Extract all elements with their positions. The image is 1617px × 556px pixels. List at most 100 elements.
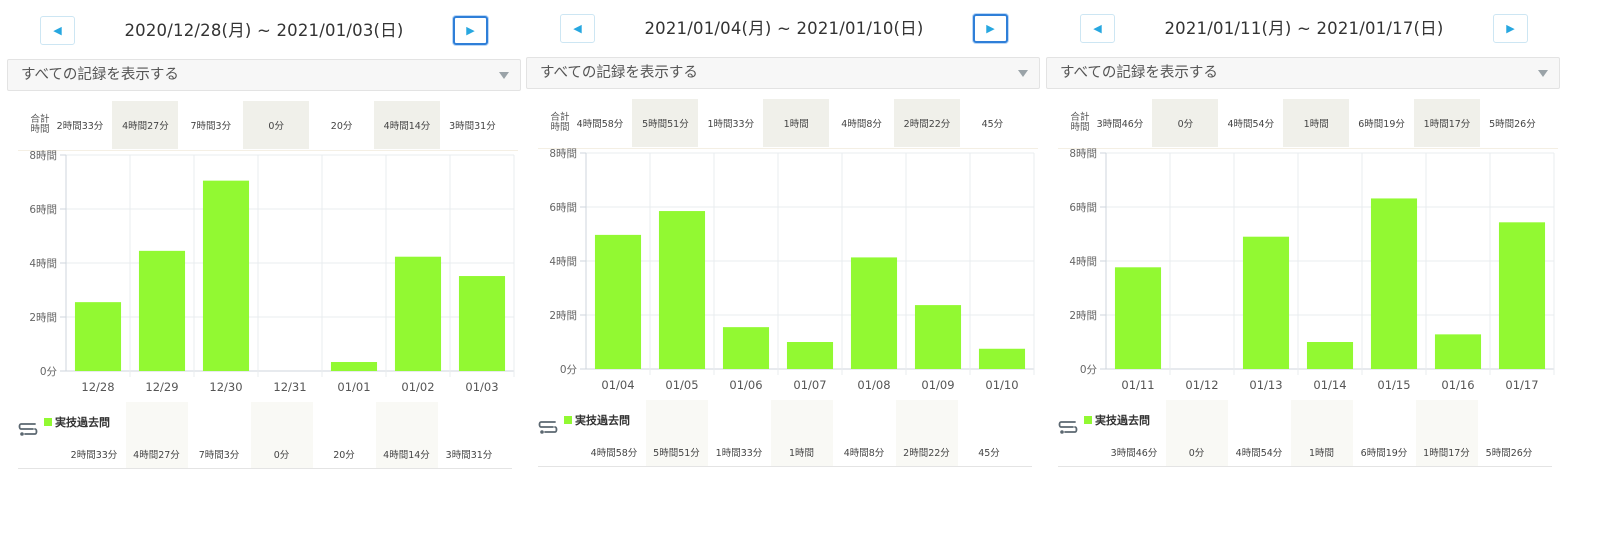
bar: [74, 302, 122, 371]
bar: [1370, 198, 1418, 369]
y-tick-label: 8時間: [1069, 148, 1097, 160]
legend-swatch: [1084, 416, 1092, 424]
legend-time-cell: 4時間58分: [590, 448, 638, 459]
prev-week-button[interactable]: ◀: [40, 16, 75, 45]
total-time-cell: 1時間17分: [1414, 99, 1480, 147]
x-tick-label: 01/01: [337, 380, 370, 394]
record-filter-select[interactable]: すべての記録を表示する: [7, 59, 521, 91]
legend-time-cell: 45分: [978, 448, 1000, 459]
y-tick-label: 2時間: [549, 310, 577, 322]
total-time-cell: 4時間58分: [576, 119, 624, 130]
legend-divider: [1058, 466, 1552, 467]
legend-time-cell: 7時間3分: [198, 450, 240, 461]
total-time-cell: 7時間3分: [190, 121, 232, 132]
total-time-cell: 1時間33分: [707, 119, 755, 130]
record-filter-label: すべての記録を表示する: [1060, 65, 1218, 81]
x-tick-label: 01/07: [793, 378, 826, 392]
legend-time-cell: 1時間33分: [715, 448, 763, 459]
total-time-cell: 45分: [981, 119, 1004, 130]
bar: [658, 211, 706, 369]
x-tick-label: 01/14: [1313, 378, 1346, 392]
caret-right-icon: ▶: [986, 22, 995, 35]
x-tick-label: 01/10: [985, 378, 1018, 392]
total-time-cell: 1時間: [763, 99, 830, 147]
bar-chart: 0分 2時間 4時間 6時間 8時間 01/11 01/12 01/13 01/14 01/15 0…: [1069, 148, 1555, 392]
toggle-chart-icon[interactable]: [18, 418, 40, 440]
chart-area: 0分 2時間 4時間 6時間 8時間 12/28 12/29 12/30 12/31 01/01 0…: [0, 150, 520, 395]
bar: [138, 250, 186, 371]
y-tick-label: 6時間: [29, 204, 57, 216]
date-range-title: 2021/01/04(月) ~ 2021/01/10(日): [644, 19, 924, 38]
x-tick-label: 01/04: [601, 378, 634, 392]
toggle-chart-icon[interactable]: [1058, 416, 1080, 438]
bar: [594, 234, 642, 369]
caret-left-icon: ◀: [53, 24, 62, 37]
total-time-cell: 5時間51分: [632, 99, 699, 147]
legend-time-cell: 1時間: [1290, 400, 1353, 466]
y-tick-label: 0分: [40, 366, 58, 378]
week-panel: ◀ 2020/12/28(月) ~ 2021/01/03(日) ▶ すべての記録を表示…: [0, 0, 521, 556]
caret-right-icon: ▶: [466, 24, 475, 37]
y-tick-label: 0分: [1080, 364, 1098, 376]
chevron-down-icon: [499, 72, 509, 79]
total-time-cell: 20分: [330, 121, 353, 132]
bar: [1498, 222, 1546, 369]
legend-time-cell: 0分: [1165, 400, 1228, 466]
bar: [202, 180, 250, 371]
toggle-chart-icon[interactable]: [538, 416, 560, 438]
y-tick-label: 0分: [560, 364, 578, 376]
caret-left-icon: ◀: [1093, 22, 1102, 35]
y-tick-label: 6時間: [1069, 202, 1097, 214]
record-filter-label: すべての記録を表示する: [540, 65, 698, 81]
legend-time-cell: 4時間14分: [375, 402, 438, 468]
record-filter-select[interactable]: すべての記録を表示する: [1046, 57, 1560, 89]
legend-series-name: 実技過去問: [55, 416, 110, 429]
next-week-button[interactable]: ▶: [973, 14, 1008, 43]
total-time-cell: 3時間46分: [1096, 119, 1144, 130]
next-week-button[interactable]: ▶: [1493, 14, 1528, 43]
legend-series-name: 実技過去問: [575, 414, 630, 427]
legend-time-cell: 3時間31分: [445, 450, 493, 461]
bar: [330, 362, 378, 371]
next-week-button[interactable]: ▶: [453, 16, 488, 45]
x-tick-label: 01/03: [465, 380, 498, 394]
chart-area: 0分 2時間 4時間 6時間 8時間 01/11 01/12 01/13 01/14 01/15 0…: [1040, 148, 1560, 393]
x-tick-label: 12/31: [273, 380, 306, 394]
legend-row: 4時間58分 5時間51分 1時間33分 1時間 4時間8分 2時間22分 45分 実技過去問: [538, 400, 1032, 467]
bar: [1114, 267, 1162, 369]
record-filter-select[interactable]: すべての記録を表示する: [526, 57, 1040, 89]
bar: [1242, 236, 1290, 369]
y-tick-label: 4時間: [1069, 256, 1097, 268]
y-tick-label: 2時間: [1069, 310, 1097, 322]
legend-time-cell: 6時間19分: [1360, 448, 1408, 459]
legend-row: 2時間33分 4時間27分 7時間3分 0分 20分 4時間14分 3時間31分 実技過去問: [18, 402, 512, 469]
total-time-cell: 1時間: [1283, 99, 1350, 147]
prev-week-button[interactable]: ◀: [560, 14, 595, 43]
legend-time-cell: 2時間22分: [895, 400, 958, 466]
total-time-cell: 0分: [243, 101, 310, 149]
total-time-cell: 6時間19分: [1358, 119, 1405, 130]
x-tick-label: 01/02: [401, 380, 434, 394]
prev-week-button[interactable]: ◀: [1080, 14, 1115, 43]
legend-time-cell: 3時間46分: [1110, 448, 1158, 459]
x-tick-label: 12/30: [209, 380, 242, 394]
x-tick-label: 01/11: [1121, 378, 1154, 392]
legend-time-cell: 1時間17分: [1415, 400, 1478, 466]
x-tick-label: 01/16: [1441, 378, 1474, 392]
bar: [394, 256, 442, 371]
x-tick-label: 01/15: [1377, 378, 1410, 392]
total-time-cell: 5時間26分: [1489, 119, 1536, 130]
legend-time-cell: 4時間54分: [1235, 448, 1283, 459]
y-tick-label: 6時間: [549, 202, 577, 214]
legend-time-cell: 1時間: [770, 400, 833, 466]
legend-time-cell: 5時間26分: [1485, 448, 1533, 459]
legend-key: 実技過去問: [564, 412, 630, 428]
legend-time-cell: 5時間51分: [645, 400, 708, 466]
y-tick-label: 8時間: [549, 148, 577, 160]
y-tick-label: 4時間: [29, 258, 57, 270]
x-tick-label: 12/28: [81, 380, 114, 394]
total-time-cell: 4時間8分: [841, 119, 882, 130]
bar-chart: 0分 2時間 4時間 6時間 8時間 01/04 01/05 01/06 01/07 01/08 0…: [549, 148, 1035, 392]
legend-time-cell: 20分: [333, 450, 355, 461]
chart-area: 0分 2時間 4時間 6時間 8時間 01/04 01/05 01/06 01/07 01/08 0…: [520, 148, 1040, 393]
